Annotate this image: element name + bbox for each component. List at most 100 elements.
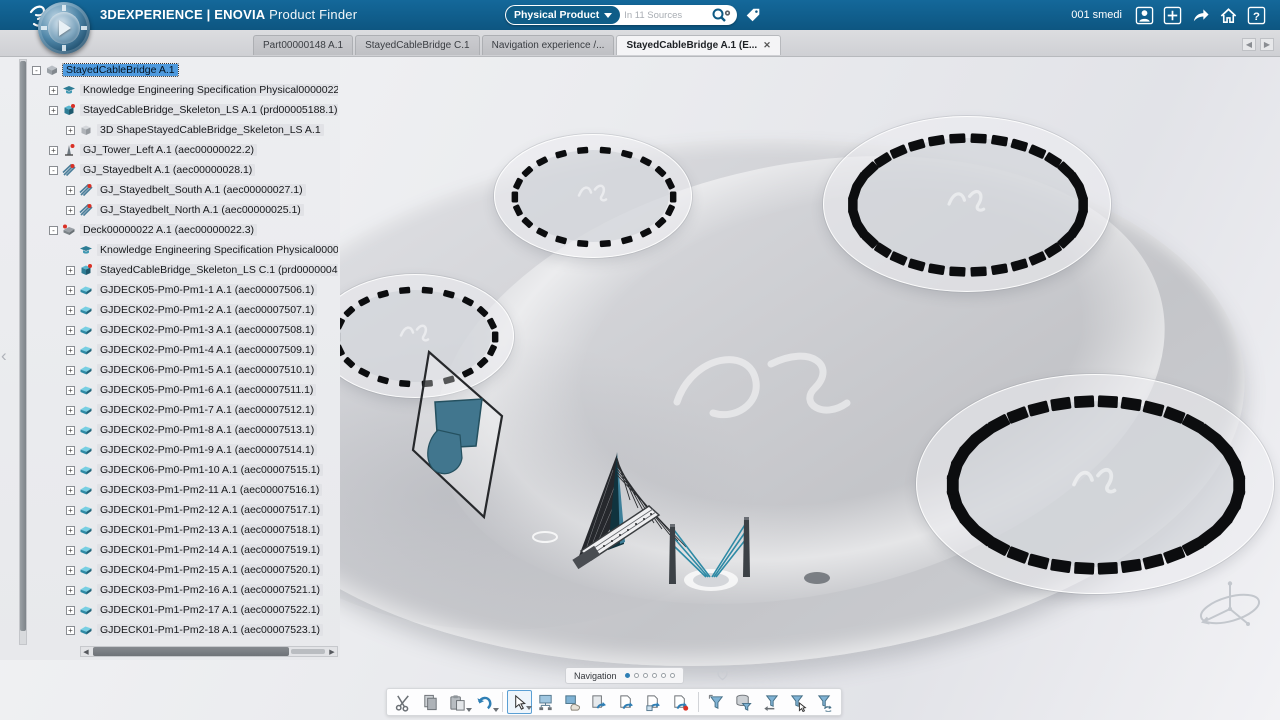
expand-toggle-icon[interactable]: + — [66, 566, 75, 575]
pager-dot-3[interactable] — [643, 673, 648, 678]
collapse-toggle-icon[interactable]: - — [49, 166, 58, 175]
collapse-toggle-icon[interactable]: - — [49, 226, 58, 235]
expand-toggle-icon[interactable]: + — [66, 306, 75, 315]
collapse-toggle-icon[interactable]: - — [32, 66, 41, 75]
expand-toggle-icon[interactable]: + — [66, 206, 75, 215]
tree-item-label[interactable]: 3D ShapeStayedCableBridge_Skeleton_LS A.… — [97, 124, 324, 136]
search-scope-dropdown[interactable]: Physical Product — [506, 6, 620, 24]
hscroll-left-icon[interactable]: ◀ — [81, 648, 91, 656]
tree-item-label[interactable]: GJDECK02-Pm0-Pm1-2 A.1 (aec00007507.1) — [97, 304, 317, 316]
compass-east-tick[interactable] — [81, 26, 87, 30]
expand-toggle-icon[interactable]: + — [49, 146, 58, 155]
pager-dot-2[interactable] — [634, 673, 639, 678]
tag-icon[interactable] — [744, 6, 762, 24]
tree-item[interactable]: +GJDECK01-Pm1-Pm2-17 A.1 (aec00007522.1) — [32, 600, 338, 620]
hscroll-thumb[interactable] — [93, 647, 289, 656]
open-restricted-button[interactable] — [667, 689, 694, 715]
expand-toggle-icon[interactable]: + — [66, 626, 75, 635]
tree-item[interactable]: +GJDECK02-Pm0-Pm1-7 A.1 (aec00007512.1) — [32, 400, 338, 420]
tree-item-label[interactable]: GJDECK04-Pm1-Pm2-15 A.1 (aec00007520.1) — [97, 564, 323, 576]
tab-scroll-left-icon[interactable]: ◀ — [1242, 38, 1256, 51]
tree-item[interactable]: +GJDECK02-Pm0-Pm1-4 A.1 (aec00007509.1) — [32, 340, 338, 360]
tree-item-label[interactable]: GJDECK01-Pm1-Pm2-14 A.1 (aec00007519.1) — [97, 544, 323, 556]
tree-item[interactable]: +GJDECK01-Pm1-Pm2-13 A.1 (aec00007518.1) — [32, 520, 338, 540]
compass-icon[interactable] — [38, 2, 90, 54]
tree-item[interactable]: -Deck00000022 A.1 (aec00000022.3) — [32, 220, 338, 240]
cut-button[interactable] — [390, 689, 417, 715]
expand-toggle-icon[interactable]: + — [49, 106, 58, 115]
tree-item-label[interactable]: GJDECK03-Pm1-Pm2-16 A.1 (aec00007521.1) — [97, 584, 323, 596]
compass-west-tick[interactable] — [41, 26, 47, 30]
filter-button[interactable] — [703, 689, 730, 715]
expand-tree-button[interactable] — [532, 689, 559, 715]
tree-item-label[interactable]: GJ_Stayedbelt_North A.1 (aec00000025.1) — [97, 204, 304, 216]
tree-vertical-scrollbar[interactable] — [19, 59, 27, 645]
tree-item[interactable]: +GJDECK02-Pm0-Pm1-3 A.1 (aec00007508.1) — [32, 320, 338, 340]
satellite-disc-bottom-right[interactable] — [916, 374, 1274, 594]
hscroll-track[interactable] — [91, 647, 327, 656]
compass-south-tick[interactable] — [62, 45, 66, 51]
satellite-disc-right[interactable] — [823, 116, 1111, 292]
tree-item-label[interactable]: GJDECK01-Pm1-Pm2-13 A.1 (aec00007518.1) — [97, 524, 323, 536]
tree-item-label[interactable]: GJDECK02-Pm0-Pm1-4 A.1 (aec00007509.1) — [97, 344, 317, 356]
pager-dot-1[interactable] — [625, 673, 630, 678]
tree-item-label[interactable]: GJDECK02-Pm0-Pm1-9 A.1 (aec00007514.1) — [97, 444, 317, 456]
expand-toggle-icon[interactable]: + — [66, 546, 75, 555]
tree-item-label[interactable]: StayedCableBridge_Skeleton_LS A.1 (prd00… — [80, 104, 338, 116]
tree-item-label[interactable]: GJDECK06-Pm0-Pm1-10 A.1 (aec00007515.1) — [97, 464, 323, 476]
open-button[interactable] — [613, 689, 640, 715]
tab-4[interactable]: StayedCableBridge A.1 (E...✕ — [616, 35, 780, 55]
tree-item-label[interactable]: GJDECK02-Pm0-Pm1-8 A.1 (aec00007513.1) — [97, 424, 317, 436]
add-icon[interactable] — [1163, 6, 1182, 25]
expand-toggle-icon[interactable]: + — [66, 506, 75, 515]
pager-dot-6[interactable] — [670, 673, 675, 678]
tree-horizontal-scrollbar[interactable]: ◀ ▶ — [80, 646, 338, 657]
help-icon[interactable]: ? — [1247, 6, 1266, 25]
expand-toggle-icon[interactable]: + — [66, 406, 75, 415]
tree-item-label[interactable]: GJ_Stayedbelt A.1 (aec00000028.1) — [80, 164, 255, 176]
tree-item[interactable]: +GJDECK03-Pm1-Pm2-11 A.1 (aec00007516.1) — [32, 480, 338, 500]
tree-item[interactable]: +StayedCableBridge_Skeleton_LS C.1 (prd0… — [32, 260, 338, 280]
navigation-pager[interactable]: Navigation — [565, 667, 684, 684]
tab-scroll-right-icon[interactable]: ▶ — [1260, 38, 1274, 51]
favorite-heart-icon[interactable] — [714, 666, 731, 683]
tree-item[interactable]: + GJDECK05-Pm0-Pm1-6 A.1 (aec00007511.1) — [32, 380, 338, 400]
tree-item[interactable]: +GJ_Stayedbelt_South A.1 (aec00000027.1) — [32, 180, 338, 200]
tree-item-label[interactable]: GJDECK05-Pm0-Pm1-1 A.1 (aec00007506.1) — [97, 284, 317, 296]
open-with-button[interactable] — [640, 689, 667, 715]
tree-item-label[interactable]: Knowledge Engineering Specification Phys… — [97, 244, 338, 256]
select-button[interactable] — [507, 690, 532, 714]
home-icon[interactable] — [1219, 6, 1238, 25]
tree-item[interactable]: +GJDECK03-Pm1-Pm2-16 A.1 (aec00007521.1) — [32, 580, 338, 600]
hscroll-right-icon[interactable]: ▶ — [327, 648, 337, 656]
tree-item[interactable]: +GJDECK01-Pm1-Pm2-18 A.1 (aec00007523.1) — [32, 620, 338, 640]
tree-item[interactable]: + GJDECK04-Pm1-Pm2-15 A.1 (aec00007520.1) — [32, 560, 338, 580]
expand-toggle-icon[interactable]: + — [66, 386, 75, 395]
expand-toggle-icon[interactable]: + — [66, 126, 75, 135]
expand-toggle-icon[interactable]: + — [66, 426, 75, 435]
tree-item[interactable]: + GJDECK02-Pm0-Pm1-8 A.1 (aec00007513.1) — [32, 420, 338, 440]
tree-item-label[interactable]: GJDECK03-Pm1-Pm2-11 A.1 (aec00007516.1) — [97, 484, 322, 496]
tree-item[interactable]: +GJDECK05-Pm0-Pm1-1 A.1 (aec00007506.1) — [32, 280, 338, 300]
undo-button[interactable] — [471, 689, 498, 715]
expand-toggle-icon[interactable]: + — [66, 186, 75, 195]
view-compass-widget[interactable] — [1190, 575, 1270, 635]
share-icon[interactable] — [1191, 6, 1210, 25]
tree-item-label[interactable]: GJ_Tower_Left A.1 (aec00000022.2) — [80, 144, 257, 156]
pager-dot-4[interactable] — [652, 673, 657, 678]
expand-toggle-icon[interactable]: + — [66, 466, 75, 475]
dropdown-caret-icon[interactable] — [493, 708, 499, 712]
tree-item-label[interactable]: GJDECK02-Pm0-Pm1-3 A.1 (aec00007508.1) — [97, 324, 317, 336]
search-input[interactable] — [620, 10, 710, 21]
tab-close-icon[interactable]: ✕ — [763, 40, 771, 51]
update-button[interactable] — [586, 689, 613, 715]
tab-3[interactable]: Navigation experience /... — [482, 35, 615, 55]
expand-toggle-icon[interactable]: + — [66, 366, 75, 375]
manipulate-button[interactable] — [559, 689, 586, 715]
copy-button[interactable] — [417, 689, 444, 715]
tree-item[interactable]: + StayedCableBridge_Skeleton_LS A.1 (prd0… — [32, 100, 338, 120]
tree-item[interactable]: - GJ_Stayedbelt A.1 (aec00000028.1) — [32, 160, 338, 180]
search-icon[interactable] — [710, 6, 732, 24]
tree-item-label[interactable]: GJDECK05-Pm0-Pm1-6 A.1 (aec00007511.1) — [97, 384, 316, 396]
tree-item[interactable]: +GJDECK06-Pm0-Pm1-5 A.1 (aec00007510.1) — [32, 360, 338, 380]
